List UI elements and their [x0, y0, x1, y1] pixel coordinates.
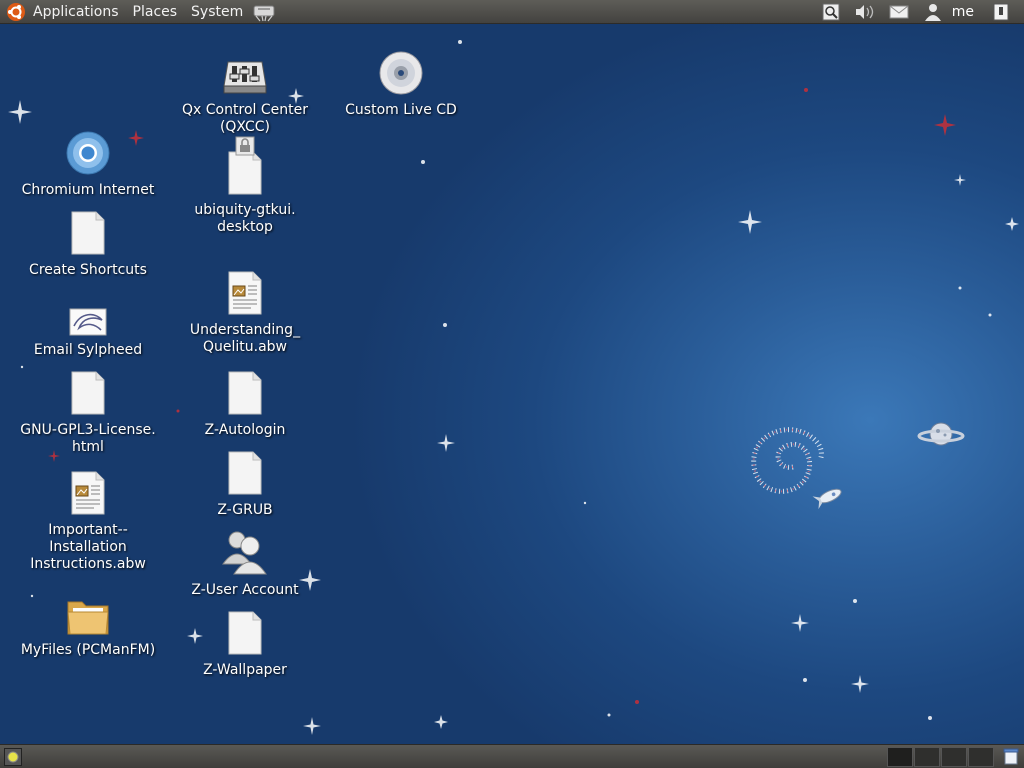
- icon-label: MyFiles (PCManFM): [20, 642, 156, 658]
- abw-document-icon: [71, 471, 105, 515]
- workspace-switcher: [886, 746, 994, 767]
- volume-icon[interactable]: [854, 2, 876, 22]
- icon-label: Understanding_ Quelitu.abw: [189, 322, 301, 355]
- icon-label: Z-GRUB: [217, 502, 273, 518]
- desktop-icon-understanding-quelitu[interactable]: Understanding_ Quelitu.abw: [175, 268, 315, 356]
- document-icon: [228, 611, 262, 655]
- desktop-icon-custom-live-cd[interactable]: Custom Live CD: [331, 48, 471, 119]
- icon-label: Create Shortcuts: [29, 262, 147, 278]
- system-menu[interactable]: System: [184, 0, 250, 24]
- bottom-panel: [0, 744, 1024, 768]
- email-icon: [69, 308, 107, 336]
- abw-document-icon: [228, 271, 262, 315]
- desktop-icon-gnu-gpl3[interactable]: GNU-GPL3-License. html: [18, 368, 158, 456]
- icon-label: Important-- Installation Instructions.ab…: [30, 522, 146, 572]
- locked-document-icon: [228, 151, 262, 195]
- main-menu-bar: Applications Places System: [0, 0, 276, 24]
- applications-menu[interactable]: Applications: [26, 0, 126, 24]
- workspace-3[interactable]: [941, 746, 967, 767]
- trash-icon[interactable]: [1002, 747, 1020, 765]
- users-icon: [222, 531, 267, 575]
- top-panel: Applications Places System me: [0, 0, 1024, 24]
- places-menu[interactable]: Places: [126, 0, 185, 24]
- document-icon: [228, 371, 262, 415]
- lock-icon: [235, 136, 255, 156]
- icon-label: Qx Control Center (QXCC): [182, 102, 308, 135]
- chromium-icon: [66, 131, 110, 175]
- desktop-icon-ubiquity[interactable]: ubiquity-gtkui. desktop: [175, 136, 315, 236]
- icon-label: ubiquity-gtkui. desktop: [194, 202, 296, 235]
- shutdown-icon[interactable]: [990, 2, 1012, 22]
- icon-label: Custom Live CD: [345, 102, 457, 118]
- desktop-icon: [7, 751, 19, 762]
- desktop-icon-qx-control-center[interactable]: Qx Control Center (QXCC): [175, 48, 315, 136]
- control-center-icon: [223, 61, 267, 94]
- workspace-4[interactable]: [968, 746, 994, 767]
- desktop-icon-installation-instructions[interactable]: Important-- Installation Instructions.ab…: [18, 468, 158, 573]
- document-icon: [71, 371, 105, 415]
- search-icon[interactable]: [820, 2, 842, 22]
- icon-label: Chromium Internet: [21, 182, 155, 198]
- icon-label: Email Sylpheed: [33, 342, 143, 358]
- mail-icon[interactable]: [888, 2, 910, 22]
- desktop-icon-email-sylpheed[interactable]: Email Sylpheed: [18, 288, 158, 359]
- desktop-icon-z-user-account[interactable]: Z-User Account: [175, 528, 315, 599]
- workspace-2[interactable]: [914, 746, 940, 767]
- launcher-icon[interactable]: [252, 2, 276, 22]
- document-icon: [71, 211, 105, 255]
- desktop-icon-z-grub[interactable]: Z-GRUB: [175, 448, 315, 519]
- desktop-icon-z-autologin[interactable]: Z-Autologin: [175, 368, 315, 439]
- user-name[interactable]: me: [952, 4, 974, 20]
- user-icon[interactable]: [922, 2, 944, 22]
- icon-label: Z-Autologin: [204, 422, 286, 438]
- desktop-icon-chromium[interactable]: Chromium Internet: [18, 128, 158, 199]
- icon-label: Z-Wallpaper: [203, 662, 287, 678]
- ubuntu-logo-icon[interactable]: [6, 2, 26, 22]
- desktop-icon-z-wallpaper[interactable]: Z-Wallpaper: [175, 608, 315, 679]
- icon-label: GNU-GPL3-License. html: [20, 422, 156, 455]
- show-desktop-button[interactable]: [4, 747, 22, 766]
- notification-area: me: [814, 0, 1024, 24]
- document-icon: [228, 451, 262, 495]
- folder-icon: [67, 601, 109, 635]
- cd-icon: [379, 51, 423, 95]
- desktop-icon-myfiles[interactable]: MyFiles (PCManFM): [18, 588, 158, 659]
- icon-label: Z-User Account: [191, 582, 299, 598]
- workspace-1[interactable]: [887, 746, 913, 767]
- desktop-icon-create-shortcuts[interactable]: Create Shortcuts: [18, 208, 158, 279]
